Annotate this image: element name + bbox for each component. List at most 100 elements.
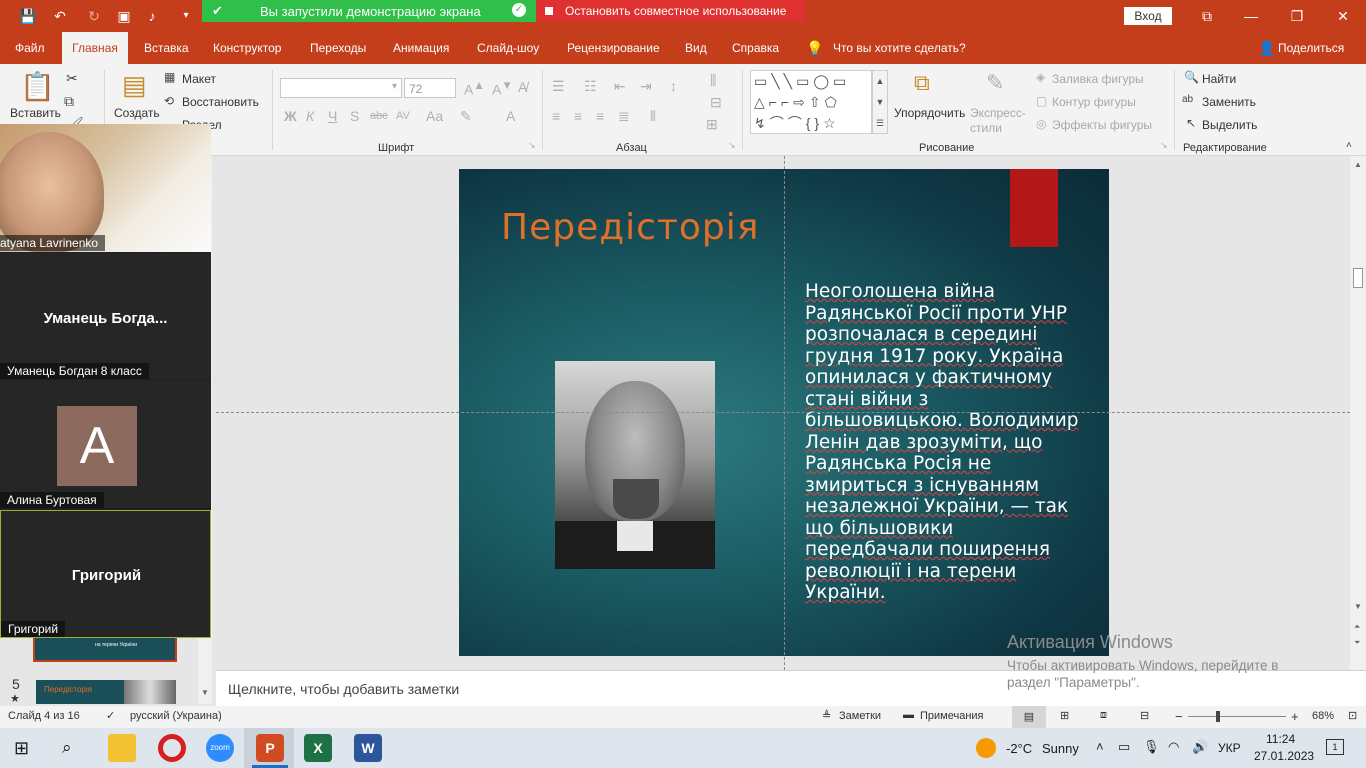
align-right-icon[interactable]: ≡ — [596, 108, 604, 124]
reading-view-icon[interactable]: ⧈ — [1100, 709, 1107, 722]
gallery-scroll[interactable]: ▲ ▼ ☰ — [872, 70, 888, 134]
tab-design[interactable]: Конструктор — [205, 32, 289, 64]
wifi-icon[interactable]: ◠ — [1168, 739, 1179, 755]
zoom-app-icon[interactable]: zoom — [206, 734, 234, 762]
arrange-icon[interactable]: ⧉ — [914, 70, 930, 96]
notifications-icon[interactable]: 1 — [1326, 739, 1344, 755]
slide-body-text[interactable]: Неоголошена війна Радянської Росії проти… — [805, 281, 1085, 604]
line-spacing-icon[interactable]: ↕ — [670, 78, 677, 94]
microphone-icon[interactable]: 🎙 — [1143, 739, 1160, 755]
quick-styles-button[interactable]: Экспресс-стили — [970, 106, 1030, 136]
windows-start-icon[interactable]: ⊞ — [14, 738, 29, 759]
bold-icon[interactable]: Ж — [284, 108, 297, 124]
opera-icon[interactable] — [158, 734, 186, 762]
align-left-icon[interactable]: ≡ — [552, 108, 560, 124]
cut-icon[interactable]: ✂ — [66, 70, 78, 87]
language-status[interactable]: русский (Украина) — [130, 710, 222, 722]
tab-home[interactable]: Главная — [62, 32, 128, 64]
scroll-up-icon[interactable]: ▲ — [1354, 160, 1362, 169]
thumbnail-5[interactable]: Передісторія — [36, 680, 176, 704]
share-button[interactable]: Поделиться — [1270, 32, 1352, 64]
slideshow-view-icon[interactable]: ⊟ — [1140, 709, 1149, 722]
shape-effects-button[interactable]: Эффекты фигуры — [1052, 118, 1152, 132]
weather-temp[interactable]: -2°C — [1006, 741, 1032, 756]
ribbon-display-icon[interactable]: ⧉ — [1196, 6, 1218, 26]
arrange-button[interactable]: Упорядочить — [894, 106, 965, 120]
fit-slide-icon[interactable]: ⊡ — [1348, 709, 1357, 722]
quick-styles-icon[interactable]: ✎ — [986, 70, 1004, 96]
dialog-launcher-icon[interactable]: ↘ — [728, 140, 736, 151]
highlight-icon[interactable]: ✎ — [460, 108, 472, 125]
find-button[interactable]: Найти — [1202, 72, 1236, 86]
login-button[interactable]: Вход — [1124, 7, 1172, 25]
save-icon[interactable]: 💾 — [18, 6, 38, 26]
powerpoint-icon[interactable]: P — [256, 734, 284, 762]
increase-indent-icon[interactable]: ⇥ — [640, 78, 652, 95]
shape-fill-button[interactable]: Заливка фигуры — [1052, 72, 1144, 86]
justify-icon[interactable]: ≣ — [618, 108, 630, 125]
zoom-in-button[interactable]: + — [1291, 709, 1299, 724]
spellcheck-icon[interactable]: ✓ — [106, 709, 115, 722]
shape-outline-button[interactable]: Контур фигуры — [1052, 95, 1136, 109]
clock-time[interactable]: 11:24 — [1266, 732, 1295, 746]
new-slide-icon[interactable]: ▤ — [122, 70, 147, 101]
maximize-icon[interactable]: ❐ — [1286, 6, 1308, 26]
notes-placeholder[interactable]: Щелкните, чтобы добавить заметки — [228, 681, 459, 697]
tray-chevron-icon[interactable]: ˄ — [1096, 739, 1104, 754]
audio-icon[interactable]: ♪ — [142, 6, 162, 26]
sun-icon[interactable] — [976, 738, 996, 758]
spacing-icon[interactable]: AV — [396, 110, 410, 122]
shadow-icon[interactable]: S — [350, 108, 359, 124]
strike-icon[interactable]: abc — [370, 110, 388, 122]
present-icon[interactable]: ▣ — [114, 6, 134, 26]
tab-file[interactable]: Файл — [7, 32, 53, 64]
shield-icon[interactable]: ✓ — [512, 3, 526, 17]
participant-tile-active[interactable]: Григорий Григорий — [0, 510, 211, 638]
vertical-scrollbar[interactable]: ▲ ▼ ⏶ ⏷ — [1350, 156, 1366, 670]
battery-icon[interactable]: ▭ — [1118, 739, 1130, 755]
scroll-down-icon[interactable]: ▼ — [201, 688, 209, 697]
zoom-out-button[interactable]: − — [1175, 709, 1183, 724]
notes-toggle[interactable]: Заметки — [839, 710, 881, 722]
customize-icon[interactable]: ▾ — [176, 6, 196, 26]
replace-button[interactable]: Заменить — [1202, 95, 1256, 109]
redo-icon[interactable]: ↻ — [84, 6, 104, 26]
file-explorer-icon[interactable] — [108, 734, 136, 762]
keyboard-language[interactable]: УКР — [1218, 741, 1241, 755]
italic-icon[interactable]: К — [306, 108, 314, 124]
tab-view[interactable]: Вид — [677, 32, 715, 64]
weather-text[interactable]: Sunny — [1042, 741, 1079, 756]
zoom-slider-thumb[interactable] — [1216, 711, 1220, 722]
minimize-icon[interactable]: — — [1240, 6, 1262, 26]
normal-view-icon[interactable]: ▤ — [1012, 706, 1046, 728]
tell-me-box[interactable]: Что вы хотите сделать? — [825, 32, 974, 64]
scroll-down-icon[interactable]: ▼ — [1354, 602, 1362, 611]
participant-tile[interactable]: A Алина Буртовая — [0, 380, 211, 508]
select-button[interactable]: Выделить — [1202, 118, 1257, 132]
zoom-level[interactable]: 68% — [1312, 710, 1334, 722]
paste-button[interactable]: Вставить — [10, 106, 61, 120]
new-slide-button[interactable]: Создать — [114, 106, 160, 120]
comments-toggle[interactable]: Примечания — [920, 710, 984, 722]
shrink-font-icon[interactable]: A▼ — [492, 79, 513, 98]
zoom-slider-track[interactable] — [1188, 716, 1286, 717]
participant-tile[interactable]: Уманець Богда... Уманець Богдан 8 класс — [0, 253, 211, 379]
participant-video[interactable]: atyana Lavrinenko — [0, 124, 211, 252]
tab-review[interactable]: Рецензирование — [559, 32, 668, 64]
layout-button[interactable]: Макет — [182, 72, 216, 86]
dialog-launcher-icon[interactable]: ↘ — [528, 140, 536, 151]
font-name-combo[interactable]: ▾ — [280, 78, 402, 98]
font-color-icon[interactable]: A — [506, 108, 515, 124]
smartart-icon[interactable]: ⊞ — [706, 116, 718, 133]
font-size-combo[interactable]: 72 — [404, 78, 456, 98]
volume-icon[interactable]: 🔊 — [1192, 739, 1208, 755]
scroll-thumb[interactable] — [1353, 268, 1363, 288]
tab-help[interactable]: Справка — [724, 32, 787, 64]
change-case-icon[interactable]: Aa — [426, 108, 443, 124]
collapse-ribbon-icon[interactable]: ˄ — [1346, 140, 1352, 151]
underline-icon[interactable]: Ч — [328, 108, 337, 124]
undo-icon[interactable]: ↶ — [50, 6, 70, 26]
align-text-icon[interactable]: ⊟ — [710, 94, 722, 111]
tab-animation[interactable]: Анимация — [385, 32, 457, 64]
text-direction-icon[interactable]: ⫼ — [710, 72, 716, 89]
